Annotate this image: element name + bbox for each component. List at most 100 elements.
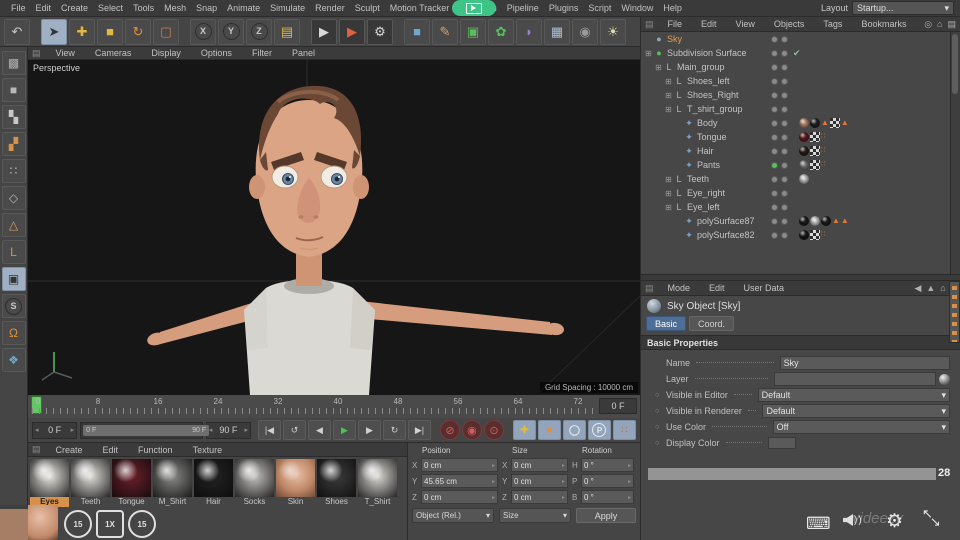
tree-row-sky[interactable]: ● Sky	[641, 32, 960, 46]
material-item[interactable]: Shoes	[317, 459, 356, 507]
material-tag-icon[interactable]	[799, 160, 809, 170]
up-arrow-icon[interactable]: ▲	[926, 283, 935, 294]
deformer-icon[interactable]: ◗	[516, 18, 542, 45]
next-frame-button[interactable]: ▶	[357, 420, 381, 440]
uvw-tag-icon[interactable]	[810, 146, 820, 156]
name-field[interactable]: Sky	[779, 356, 950, 370]
move-icon[interactable]: ✚	[69, 18, 95, 45]
subdivision-surface-icon[interactable]: ▣	[460, 18, 486, 45]
material-item[interactable]: Eyes	[30, 459, 69, 507]
attr-menu-mode[interactable]: Mode	[663, 282, 696, 294]
render-picture-viewer-icon[interactable]: ▶	[339, 18, 365, 45]
mograph-icon[interactable]: ✿	[488, 18, 514, 45]
visibility-dots[interactable]	[771, 35, 788, 43]
home-icon[interactable]: ⌂	[940, 283, 945, 294]
vp-menu-view[interactable]: View	[51, 47, 80, 59]
tree-row-body[interactable]: ✦ Body ▲ ▲	[641, 116, 960, 130]
vp-menu-display[interactable]: Display	[146, 47, 186, 59]
toggle-dot-icon[interactable]: ○	[655, 392, 662, 399]
key-parameter-toggle[interactable]: P	[587, 420, 611, 440]
menu-pipeline[interactable]: Pipeline	[502, 2, 544, 14]
x-axis-button[interactable]: X	[190, 18, 216, 45]
menu-motion-tracker[interactable]: Motion Tracker	[385, 2, 455, 14]
material-tag-icon[interactable]	[799, 146, 809, 156]
menu-tools[interactable]: Tools	[128, 2, 159, 14]
tab-coord[interactable]: Coord.	[689, 316, 735, 331]
fullscreen-icon[interactable]: ↖ ↘	[922, 506, 944, 529]
expand-toggle-icon[interactable]: ⊞	[664, 77, 673, 86]
expand-toggle-icon[interactable]: ⊞	[654, 63, 663, 72]
back-arrow-icon[interactable]: ◀	[914, 283, 921, 294]
magnet-icon[interactable]: Ω	[1, 321, 26, 345]
visibility-dots[interactable]	[771, 49, 788, 57]
workplane-icon[interactable]: ▞	[1, 132, 26, 156]
enabled-check-icon[interactable]: ✔	[793, 48, 801, 59]
vp-menu-filter[interactable]: Filter	[247, 47, 277, 59]
material-thumbnail[interactable]	[276, 459, 315, 497]
phong-tag-icon[interactable]: ▲	[821, 118, 829, 128]
points-mode-icon[interactable]: ∷	[1, 159, 26, 183]
viewport-solo-icon[interactable]: ▣	[1, 267, 26, 291]
layer-browser-icon[interactable]	[939, 373, 950, 385]
camera-icon[interactable]: ◉	[572, 18, 598, 45]
material-item[interactable]: Skin	[276, 459, 315, 507]
visibility-dots[interactable]	[771, 63, 788, 71]
snap-icon[interactable]: S	[1, 294, 26, 318]
rewind-15-button[interactable]: 15	[64, 510, 92, 538]
tree-row-pants[interactable]: ✦ Pants ∷	[641, 158, 960, 172]
menu-edit[interactable]: Edit	[31, 2, 57, 14]
edges-mode-icon[interactable]: ◇	[1, 186, 26, 210]
forward-15-button[interactable]: 15	[128, 510, 156, 538]
autokey-button[interactable]: ◉	[461, 420, 482, 440]
menu-simulate[interactable]: Simulate	[265, 2, 310, 14]
spin-left-icon[interactable]: ◂	[209, 426, 213, 434]
expand-toggle-icon[interactable]: ⊞	[644, 49, 653, 58]
visibility-dots[interactable]	[771, 147, 788, 155]
goto-start-button[interactable]: |◀	[257, 420, 281, 440]
recording-badge[interactable]	[452, 0, 496, 16]
visible-in-editor-field[interactable]: Default ▾	[757, 388, 950, 402]
visibility-dots[interactable]	[771, 105, 788, 113]
coord-field[interactable]: 0 ° ▸	[581, 490, 634, 504]
material-tag-icon[interactable]	[799, 132, 809, 142]
visibility-dots[interactable]	[771, 77, 788, 85]
play-backwards-button[interactable]: ↺	[282, 420, 306, 440]
visible-in-renderer-field[interactable]: Default ▾	[762, 404, 950, 418]
toggle-dot-icon[interactable]: ○	[655, 424, 662, 431]
uvw-tag-icon[interactable]	[810, 230, 820, 240]
tree-row-eye_right[interactable]: ⊞ L Eye_right	[641, 186, 960, 200]
material-thumbnail[interactable]	[153, 459, 192, 497]
tab-basic[interactable]: Basic	[646, 316, 687, 331]
uvw-tag-icon[interactable]	[829, 118, 840, 128]
material-tag-icon[interactable]	[799, 118, 809, 128]
scale-icon[interactable]: ■	[97, 18, 123, 45]
material-thumbnail[interactable]	[112, 459, 151, 497]
attributes-side-tab[interactable]	[949, 281, 960, 343]
display-color-checkbox[interactable]	[767, 437, 796, 449]
visibility-dots[interactable]	[771, 203, 788, 211]
material-tag-icon[interactable]	[821, 216, 831, 226]
coord-field[interactable]: 0 ° ▸	[581, 458, 634, 472]
add-cube-icon[interactable]: ■	[404, 18, 430, 45]
layer-field[interactable]	[773, 372, 936, 386]
expand-toggle-icon[interactable]: ⊞	[664, 203, 673, 212]
key-pla-toggle[interactable]: ∷	[612, 420, 636, 440]
visibility-dots[interactable]	[771, 175, 788, 183]
attr-menu-edit[interactable]: Edit	[704, 282, 730, 294]
menu-sculpt[interactable]: Sculpt	[350, 2, 385, 14]
material-thumbnail[interactable]	[235, 459, 274, 497]
render-view-icon[interactable]: ▶	[311, 18, 337, 45]
visibility-dots[interactable]	[771, 119, 788, 127]
menu-animate[interactable]: Animate	[222, 2, 265, 14]
coord-field[interactable]: 0 cm ▸	[421, 490, 498, 504]
tag-icon[interactable]: ∷	[821, 132, 825, 142]
y-axis-button[interactable]: Y	[218, 18, 244, 45]
record-button[interactable]: ⊘	[439, 420, 460, 440]
key-position-toggle[interactable]: ✚	[512, 420, 536, 440]
volume-icon[interactable]: ))	[843, 514, 862, 526]
tree-row-eye_left[interactable]: ⊞ L Eye_left	[641, 200, 960, 214]
material-thumbnail[interactable]	[30, 459, 69, 497]
om-menu-objects[interactable]: Objects	[769, 18, 810, 30]
mat-menu-texture[interactable]: Texture	[188, 444, 228, 456]
timeline-frame-field[interactable]: 0 F	[599, 398, 637, 414]
